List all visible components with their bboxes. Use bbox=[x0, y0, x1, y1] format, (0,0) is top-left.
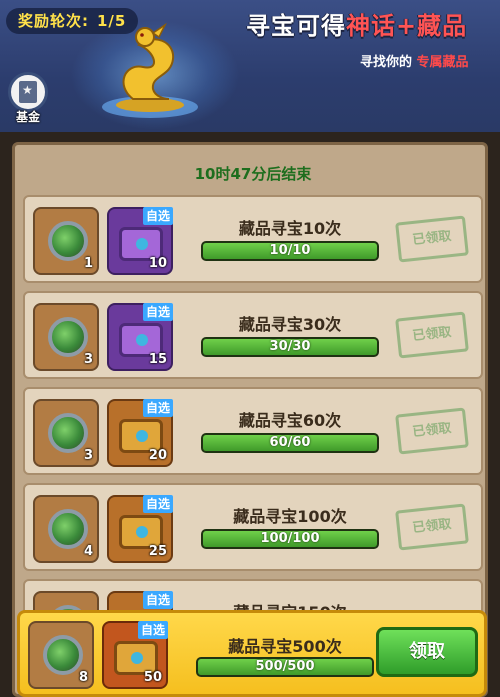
banner-subtitle: 寻找你的 专属藏品 bbox=[360, 51, 500, 70]
claim-button[interactable]: 领取 bbox=[376, 627, 478, 677]
progress-bar: 60/60 bbox=[201, 433, 379, 453]
reward-row: 1 自选 10 藏品寻宝10次 10/10 已领取 bbox=[23, 195, 483, 283]
stone-count: 8 bbox=[78, 670, 88, 685]
chest-count: 10 bbox=[148, 256, 167, 271]
progress-bar: 10/10 bbox=[201, 241, 379, 261]
claimed-stamp: 已领取 bbox=[395, 407, 469, 455]
reward-row: 3 自选 20 藏品寻宝60次 60/60 已领取 bbox=[23, 387, 483, 475]
green-orb-icon bbox=[48, 221, 88, 261]
task-title: 藏品寻宝10次 bbox=[238, 219, 342, 238]
progress-bar: 100/100 bbox=[201, 529, 379, 549]
task-title: 藏品寻宝30次 bbox=[238, 315, 342, 334]
stone-reward-slot[interactable]: 1 bbox=[33, 207, 99, 275]
stone-count: 3 bbox=[83, 448, 93, 463]
stone-count: 1 bbox=[83, 256, 93, 271]
claimed-stamp: 已领取 bbox=[395, 215, 469, 263]
stone-reward-slot[interactable]: 3 bbox=[33, 303, 99, 371]
chest-count: 50 bbox=[143, 670, 162, 685]
claimed-stamp: 已领取 bbox=[395, 311, 469, 359]
book-star-icon bbox=[19, 81, 37, 103]
task-title: 藏品寻宝100次 bbox=[233, 507, 347, 526]
event-countdown: 10时47分后结束 bbox=[194, 165, 312, 183]
progress-text: 60/60 bbox=[269, 435, 311, 450]
chest-count: 25 bbox=[148, 544, 167, 559]
reward-row: 3 自选 15 藏品寻宝30次 30/30 已领取 bbox=[23, 291, 483, 379]
featured-reward-row: 8 自选 50 藏品寻宝500次 500/500 领取 bbox=[17, 610, 487, 697]
stone-count: 3 bbox=[83, 352, 93, 367]
select-tag: 自选 bbox=[142, 207, 173, 225]
progress-text: 30/30 bbox=[269, 339, 311, 354]
green-orb-icon bbox=[48, 509, 88, 549]
select-tag: 自选 bbox=[142, 399, 173, 417]
chest-reward-slot[interactable]: 自选 20 bbox=[107, 399, 173, 467]
banner-subtitle-red: 专属藏品 bbox=[416, 55, 469, 70]
chest-reward-slot[interactable]: 自选 25 bbox=[107, 495, 173, 563]
banner-title-red: 神话+藏品 bbox=[346, 12, 468, 40]
chest-count: 20 bbox=[148, 448, 167, 463]
banner-title-white: 寻宝可得 bbox=[246, 12, 346, 40]
select-tag: 自选 bbox=[142, 303, 173, 321]
stone-count: 4 bbox=[83, 544, 93, 559]
select-tag: 自选 bbox=[142, 591, 173, 609]
chest-count: 15 bbox=[148, 352, 167, 367]
select-tag: 自选 bbox=[137, 621, 168, 639]
progress-text: 100/100 bbox=[260, 531, 320, 546]
select-tag: 自选 bbox=[142, 495, 173, 513]
stone-reward-slot[interactable]: 3 bbox=[33, 399, 99, 467]
banner-title: 寻宝可得神话+藏品 bbox=[246, 6, 496, 41]
task-title: 藏品寻宝500次 bbox=[228, 637, 342, 656]
stone-reward-slot[interactable]: 8 bbox=[28, 621, 94, 689]
banner-subtitle-white: 寻找你的 bbox=[360, 55, 413, 70]
event-banner: 奖励轮次:1/5 基金 寻宝可得神话+藏品 寻找你的 专属藏品 bbox=[0, 0, 500, 132]
green-orb-icon bbox=[48, 317, 88, 357]
fund-label: 基金 bbox=[15, 110, 40, 124]
reward-row: 4 自选 25 藏品寻宝100次 100/100 已领取 bbox=[23, 483, 483, 571]
fund-button[interactable]: 基金 bbox=[8, 72, 48, 124]
chest-reward-slot[interactable]: 自选 15 bbox=[107, 303, 173, 371]
chest-reward-slot[interactable]: 自选 50 bbox=[102, 621, 168, 689]
claimed-stamp: 已领取 bbox=[395, 503, 469, 551]
stone-reward-slot[interactable]: 4 bbox=[33, 495, 99, 563]
green-orb-icon bbox=[48, 413, 88, 453]
progress-text: 500/500 bbox=[255, 659, 315, 674]
task-title: 藏品寻宝60次 bbox=[238, 411, 342, 430]
progress-bar: 500/500 bbox=[196, 657, 374, 677]
progress-text: 10/10 bbox=[269, 243, 311, 258]
golden-dragon-trophy-icon bbox=[102, 22, 198, 118]
round-label: 奖励轮次: bbox=[18, 12, 89, 30]
chest-reward-slot[interactable]: 自选 10 bbox=[107, 207, 173, 275]
progress-bar: 30/30 bbox=[201, 337, 379, 357]
green-orb-icon bbox=[43, 635, 83, 675]
